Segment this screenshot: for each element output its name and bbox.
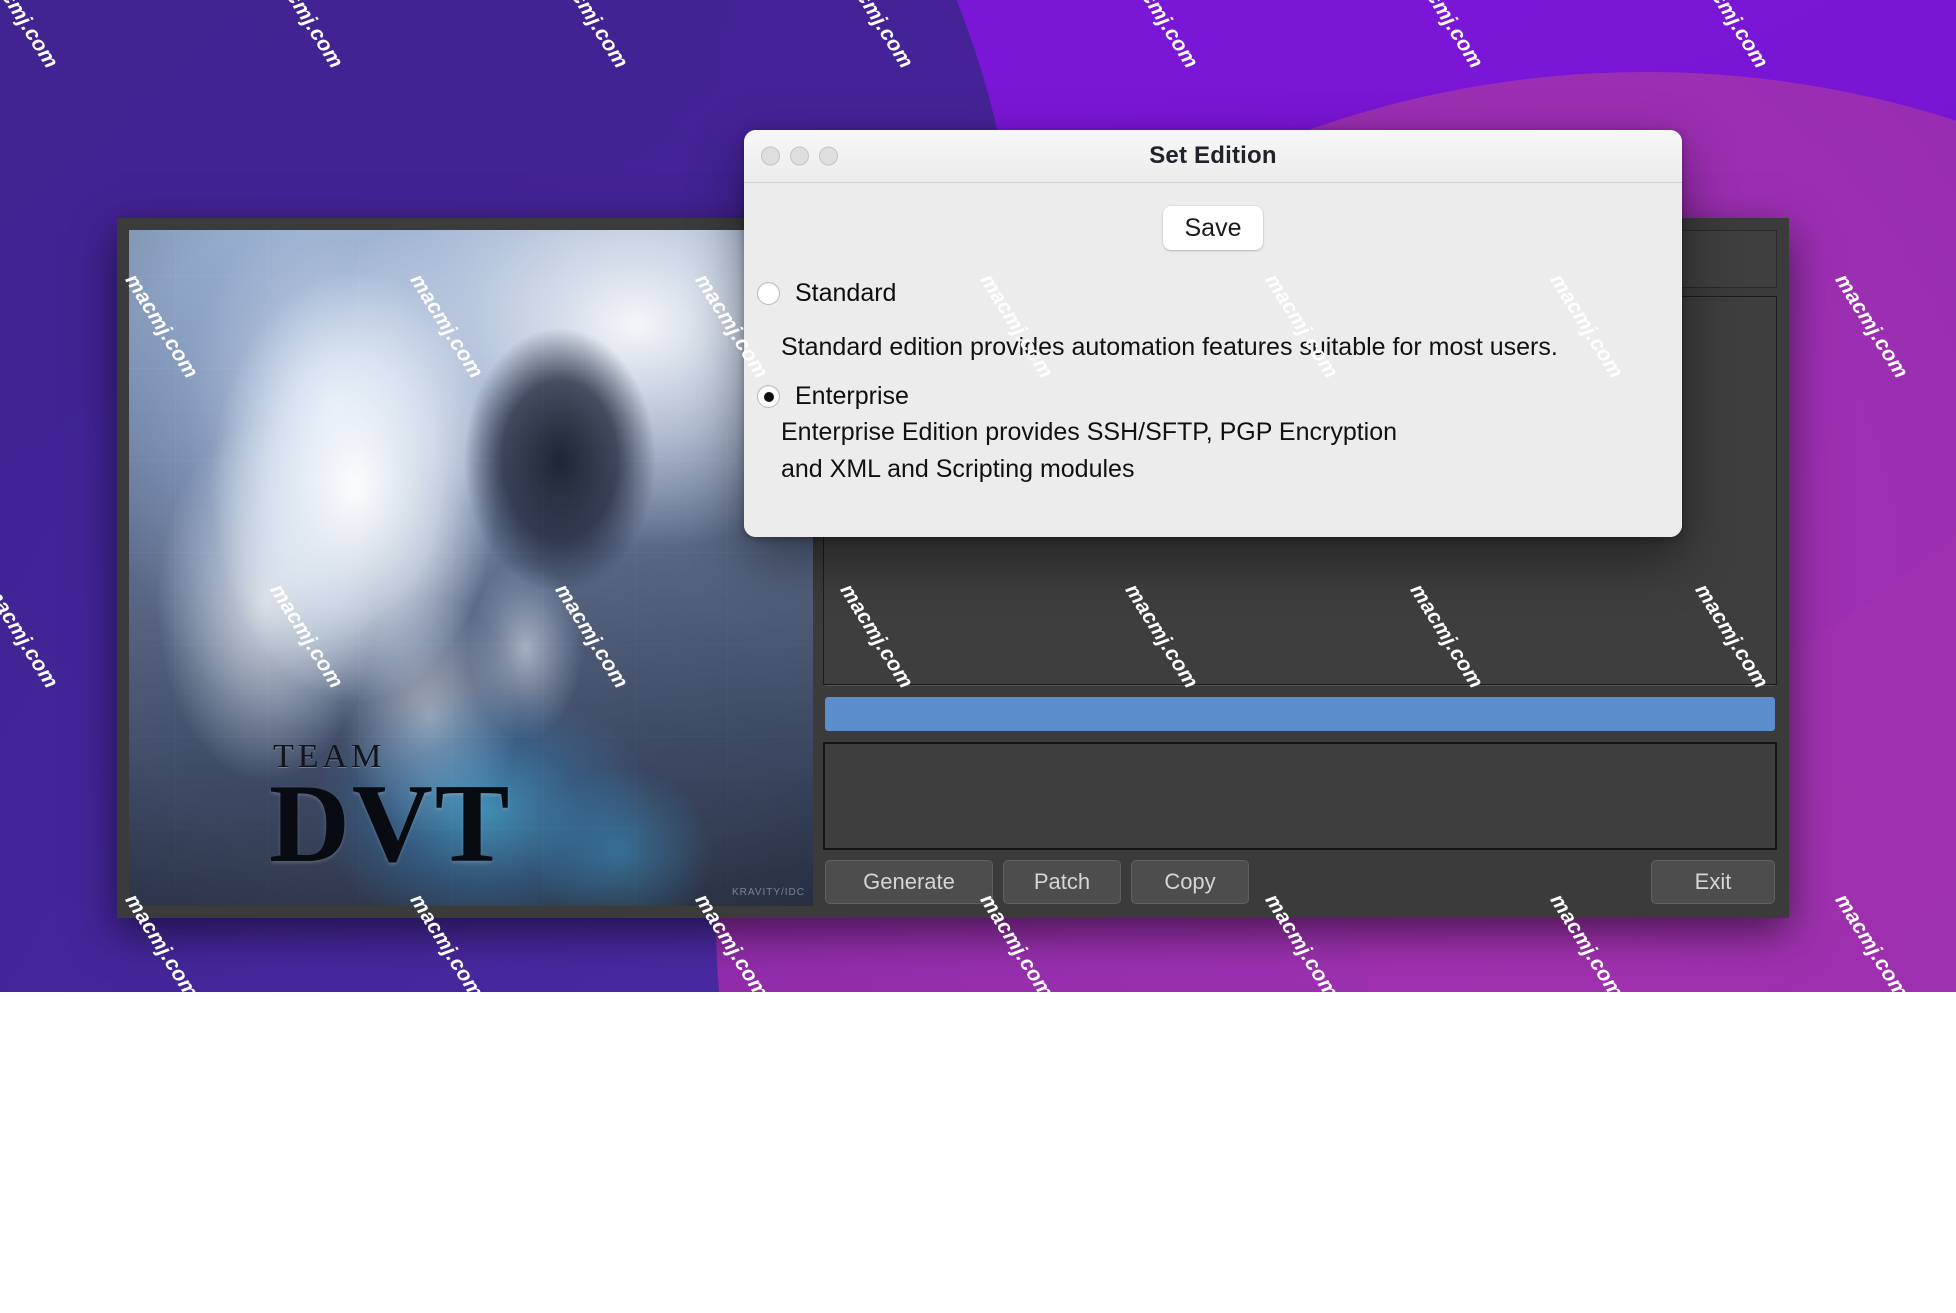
splash-credit-text: KRAVITY/IDC	[731, 887, 805, 898]
generate-button[interactable]: Generate	[825, 860, 993, 904]
exit-button[interactable]: Exit	[1651, 860, 1775, 904]
splash-artwork: TEAM DVT KRAVITY/IDC	[129, 230, 813, 906]
save-button[interactable]: Save	[1163, 206, 1263, 250]
logo-brand-text: DVT	[269, 762, 512, 886]
team-dvt-logo: TEAM DVT	[269, 740, 512, 886]
set-edition-dialog[interactable]: Set Edition Save Standard Standard editi…	[744, 130, 1682, 537]
watermark-text: macmj.com	[265, 1200, 348, 1313]
watermark-text: macmj.com	[1120, 1200, 1203, 1313]
copy-button[interactable]: Copy	[1131, 860, 1249, 904]
dialog-body: Save Standard Standard edition provides …	[744, 183, 1682, 537]
status-box	[823, 742, 1777, 850]
radio-option-standard[interactable]: Standard	[757, 279, 896, 308]
progress-bar-container	[823, 686, 1777, 742]
dialog-titlebar[interactable]: Set Edition	[744, 130, 1682, 183]
dialog-title: Set Edition	[1149, 142, 1277, 169]
toolbar: Generate Patch Copy Exit	[823, 858, 1777, 906]
radio-standard-label: Standard	[795, 279, 897, 307]
progress-track	[825, 697, 1775, 731]
radio-enterprise-label: Enterprise	[795, 382, 909, 410]
watermark-text: macmj.com	[1405, 1200, 1488, 1313]
minimize-icon[interactable]	[790, 146, 809, 166]
radio-enterprise-icon[interactable]	[757, 385, 780, 408]
window-controls	[761, 146, 838, 166]
close-icon[interactable]	[761, 146, 780, 166]
watermark-text: macmj.com	[550, 1200, 633, 1313]
zoom-icon[interactable]	[819, 146, 838, 166]
watermark-text: macmj.com	[1690, 1200, 1773, 1313]
watermark-text: macmj.com	[835, 1200, 918, 1313]
radio-standard-icon[interactable]	[757, 282, 780, 305]
radio-option-enterprise[interactable]: Enterprise	[757, 382, 909, 411]
enterprise-description-line-1: Enterprise Edition provides SSH/SFTP, PG…	[781, 418, 1398, 446]
progress-fill	[825, 697, 1775, 731]
enterprise-description-line-2: and XML and Scripting modules	[781, 455, 1135, 483]
standard-description: Standard edition provides automation fea…	[781, 333, 1558, 361]
patch-button[interactable]: Patch	[1003, 860, 1121, 904]
watermark-text: macmj.com	[0, 1200, 63, 1313]
